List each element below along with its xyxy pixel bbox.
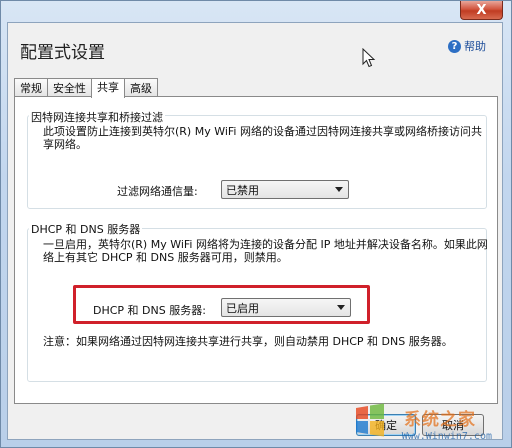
chevron-down-icon — [335, 187, 343, 192]
close-button[interactable]: X — [460, 1, 503, 20]
filter-traffic-label: 过滤网络通信量: — [117, 185, 198, 198]
watermark: 系统之家 Www.Winwin7.com — [346, 398, 506, 444]
highlight-box — [73, 285, 370, 324]
tab-sharing[interactable]: 共享 — [91, 78, 125, 98]
tab-strip: 常规 安全性 共享 高级 — [14, 78, 158, 98]
close-icon: X — [476, 2, 487, 18]
tab-general[interactable]: 常规 — [14, 78, 48, 97]
help-icon: ? — [448, 39, 461, 53]
filter-traffic-select[interactable]: 已禁用 — [221, 180, 349, 199]
tab-advanced[interactable]: 高级 — [124, 78, 158, 97]
filter-traffic-value: 已禁用 — [226, 183, 259, 197]
watermark-text: 系统之家 — [404, 410, 476, 430]
dhcp-group-heading: DHCP 和 DNS 服务器 — [29, 221, 143, 237]
watermark-url: Www.Winwin7.com — [401, 431, 492, 442]
dhcp-note: 注意：如果网络通过因特网连接共享进行共享，则自动禁用 DHCP 和 DNS 服务… — [43, 335, 453, 348]
win7-logo-icon — [356, 403, 384, 437]
mouse-cursor-icon — [362, 48, 376, 68]
tab-security[interactable]: 安全性 — [47, 78, 92, 97]
sharing-group-description: 此项设置防止连接到英特尔(R) My WiFi 网络的设备通过因特网连接共享或网… — [43, 125, 482, 151]
sharing-group-heading: 因特网连接共享和桥接过滤 — [29, 109, 165, 125]
help-link[interactable]: ? 帮助 — [448, 38, 486, 54]
page-title: 配置式设置 — [20, 43, 105, 63]
help-label: 帮助 — [464, 40, 486, 53]
dhcp-group-description: 一旦启用，英特尔(R) My WiFi 网络将为连接的设备分配 IP 地址并解决… — [43, 238, 488, 264]
tab-panel-sharing: 因特网连接共享和桥接过滤 此项设置防止连接到英特尔(R) My WiFi 网络的… — [14, 96, 498, 404]
